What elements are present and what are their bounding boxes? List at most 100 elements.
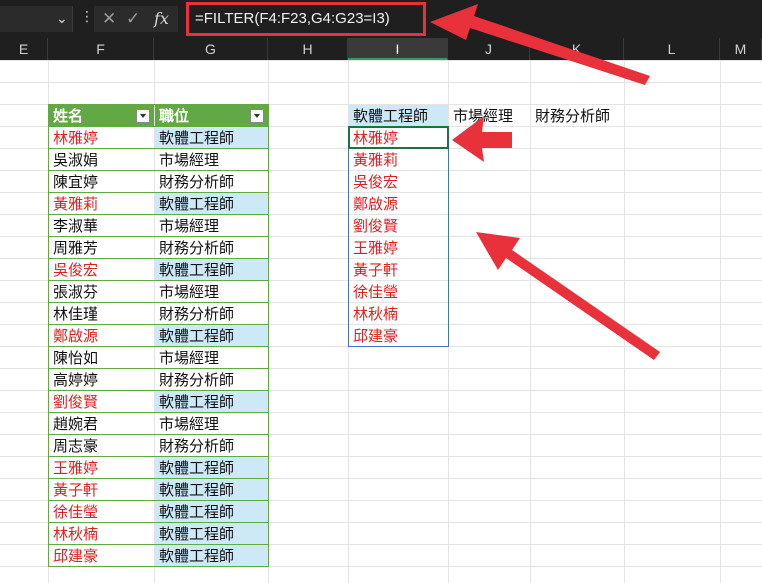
table-row-divider [48,412,268,413]
table-cell-role[interactable]: 財務分析師 [155,435,268,456]
table-cell-role[interactable]: 軟體工程師 [155,259,268,280]
table-row-divider [48,522,268,523]
table-cell-role[interactable]: 軟體工程師 [155,501,268,522]
table-cell-role[interactable]: 財務分析師 [155,237,268,258]
criteria-cell-j3[interactable]: 市場經理 [449,105,530,126]
column-header-m[interactable]: M [720,38,762,60]
table-cell-name[interactable]: 林秋楠 [49,523,154,544]
formula-bar: ⌄ ⋮ ✕ ✓ fx =FILTER(F4:F23,G4:G23=I3) [0,0,762,38]
table-row-divider [48,434,268,435]
spill-result-cell[interactable]: 劉俊賢 [349,215,448,236]
formula-input[interactable]: =FILTER(F4:F23,G4:G23=I3) [186,2,426,36]
column-header-g[interactable]: G [154,38,268,60]
table-cell-role[interactable]: 市場經理 [155,215,268,236]
column-header-e[interactable]: E [0,38,48,60]
table-row-divider [48,456,268,457]
column-header-h[interactable]: H [268,38,348,60]
table-cell-name[interactable]: 王雅婷 [49,457,154,478]
spill-result-cell[interactable]: 黃雅莉 [349,149,448,170]
table-cell-name[interactable]: 吳俊宏 [49,259,154,280]
spill-result-cell[interactable]: 黃子軒 [349,259,448,280]
spill-result-cell[interactable]: 徐佳瑩 [349,281,448,302]
table-cell-name[interactable]: 黃雅莉 [49,193,154,214]
grid-line [448,60,449,583]
table-cell-role[interactable]: 軟體工程師 [155,325,268,346]
filter-dropdown-icon[interactable] [250,109,264,123]
spill-result-cell[interactable]: 林秋楠 [349,303,448,324]
table-row-divider [48,258,268,259]
table-cell-role[interactable]: 軟體工程師 [155,545,268,566]
table-cell-name[interactable]: 黃子軒 [49,479,154,500]
confirm-icon[interactable]: ✓ [126,9,140,29]
table-cell-name[interactable]: 鄭啟源 [49,325,154,346]
grid-line [624,60,625,583]
table-cell-name[interactable]: 劉俊賢 [49,391,154,412]
table-row-divider [48,280,268,281]
table-cell-role[interactable]: 軟體工程師 [155,479,268,500]
table-cell-role[interactable]: 軟體工程師 [155,523,268,544]
table-cell-name[interactable]: 林雅婷 [49,127,154,148]
table-cell-name[interactable]: 周雅芳 [49,237,154,258]
table-cell-role[interactable]: 軟體工程師 [155,127,268,148]
table-cell-name[interactable]: 陳怡如 [49,347,154,368]
table-row-divider [48,214,268,215]
spill-result-cell[interactable]: 吳俊宏 [349,171,448,192]
table-row-divider [48,368,268,369]
table-cell-name[interactable]: 徐佳瑩 [49,501,154,522]
table-header-name[interactable]: 姓名 [49,105,154,126]
table-cell-name[interactable]: 張淑芬 [49,281,154,302]
table-cell-role[interactable]: 市場經理 [155,347,268,368]
table-cell-role[interactable]: 財務分析師 [155,171,268,192]
worksheet-grid[interactable]: 姓名 職位 林雅婷 軟體工程師 吳淑娟 市場經理 陳宜婷 財務分析師 黃雅莉 軟體工程師 李淑華 市場… [0,60,762,583]
table-cell-role[interactable]: 軟體工程師 [155,391,268,412]
table-cell-role[interactable]: 軟體工程師 [155,457,268,478]
table-row-divider [48,126,268,127]
column-header-i[interactable]: I [348,38,448,60]
insert-function-icon[interactable]: fx [154,9,169,28]
table-cell-name[interactable]: 林佳瑾 [49,303,154,324]
table-cell-name[interactable]: 李淑華 [49,215,154,236]
column-header-j[interactable]: J [448,38,530,60]
table-cell-role[interactable]: 市場經理 [155,281,268,302]
spill-result-cell[interactable]: 邱建豪 [349,325,448,346]
grid-line [530,60,531,583]
table-row-divider [48,170,268,171]
table-cell-role[interactable]: 軟體工程師 [155,193,268,214]
table-row-divider [48,324,268,325]
table-cell-role[interactable]: 財務分析師 [155,369,268,390]
table-cell-name[interactable]: 高婷婷 [49,369,154,390]
table-cell-name[interactable]: 吳淑娟 [49,149,154,170]
chevron-down-icon[interactable]: ⌄ [56,11,68,27]
table-row-divider [48,544,268,545]
table-cell-name[interactable]: 周志豪 [49,435,154,456]
table-cell-name[interactable]: 邱建豪 [49,545,154,566]
grid-line [0,82,762,83]
column-header-l[interactable]: L [624,38,720,60]
grid-line [268,60,269,583]
cancel-icon[interactable]: ✕ [102,9,116,29]
more-options-icon[interactable]: ⋮ [80,9,94,25]
spill-result-cell[interactable]: 鄭啟源 [349,193,448,214]
table-cell-role[interactable]: 市場經理 [155,413,268,434]
table-row-divider [48,302,268,303]
name-box[interactable]: ⌄ [0,6,73,32]
table-row-divider [48,236,268,237]
filter-dropdown-icon[interactable] [136,109,150,123]
table-cell-role[interactable]: 市場經理 [155,149,268,170]
spill-result-cell[interactable]: 林雅婷 [349,127,448,148]
table-row-divider [48,478,268,479]
formula-buttons: ✕ ✓ fx [94,6,178,32]
table-cell-name[interactable]: 陳宜婷 [49,171,154,192]
spill-result-cell[interactable]: 王雅婷 [349,237,448,258]
column-header-k[interactable]: K [530,38,624,60]
table-row-divider [48,390,268,391]
criteria-cell-i3[interactable]: 軟體工程師 [349,105,448,126]
table-header-role[interactable]: 職位 [155,105,268,126]
table-row-divider [48,192,268,193]
table-cell-name[interactable]: 趙婉君 [49,413,154,434]
grid-line [0,566,762,567]
column-header-f[interactable]: F [48,38,154,60]
criteria-cell-k3[interactable]: 財務分析師 [531,105,624,126]
table-row-divider [48,148,268,149]
table-cell-role[interactable]: 財務分析師 [155,303,268,324]
